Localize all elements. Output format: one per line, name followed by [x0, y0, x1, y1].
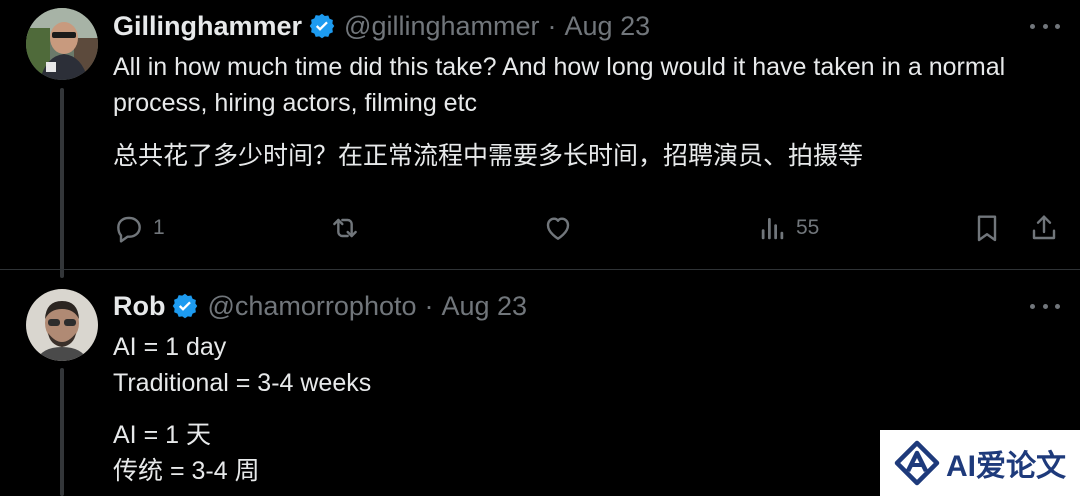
- tweet-header: Gillinghammer @gillinghammer · Aug 23: [113, 10, 650, 42]
- thread-line-top: [60, 88, 64, 278]
- verified-badge-icon: [173, 293, 198, 319]
- avatar-gillinghammer[interactable]: [26, 8, 98, 80]
- display-name[interactable]: Rob: [113, 290, 165, 322]
- reply-button[interactable]: 1: [113, 212, 165, 244]
- like-button[interactable]: [542, 212, 582, 244]
- like-icon: [546, 217, 570, 240]
- more-icon[interactable]: [1030, 14, 1060, 38]
- tweet-header: Rob @chamorrophoto · Aug 23: [113, 290, 527, 322]
- dot-separator: ·: [424, 291, 434, 321]
- views-button[interactable]: 55: [758, 212, 819, 244]
- timestamp[interactable]: Aug 23: [442, 290, 528, 322]
- timestamp[interactable]: Aug 23: [565, 10, 651, 42]
- tweet-text-zh: AI = 1 天 传统 = 3-4 周: [113, 421, 260, 485]
- tweet-text-en: AI = 1 day Traditional = 3-4 weeks: [113, 333, 372, 397]
- tweet-text-zh: 总共花了多少时间？在正常流程中需要多长时间，招聘演员、拍摄等: [113, 142, 864, 170]
- reply-count: 1: [153, 216, 165, 239]
- watermark-text: AI爱论文: [946, 450, 1066, 483]
- views-icon: [761, 218, 784, 240]
- thread-line-bottom: [60, 368, 64, 496]
- bookmark-button[interactable]: [971, 212, 1003, 244]
- verified-badge-icon: [309, 13, 335, 39]
- share-icon: [1032, 215, 1056, 240]
- bookmark-icon: [977, 215, 997, 242]
- share-button[interactable]: [1028, 212, 1060, 244]
- retweet-button[interactable]: [328, 212, 370, 244]
- handle[interactable]: @chamorrophoto: [207, 290, 416, 322]
- view-count: 55: [796, 216, 820, 239]
- tweet-divider: [0, 269, 1080, 270]
- tweet-text-en: All in how much time did this take? And …: [113, 53, 1006, 117]
- display-name[interactable]: Gillinghammer: [113, 10, 302, 42]
- dot-separator: ·: [547, 11, 557, 41]
- more-icon[interactable]: [1030, 294, 1060, 318]
- watermark-logo-icon: [894, 440, 940, 486]
- watermark-logo: AI爱论文: [880, 430, 1080, 496]
- reply-icon: [117, 216, 141, 243]
- retweet-icon: [333, 218, 357, 238]
- handle[interactable]: @gillinghammer: [344, 10, 539, 42]
- avatar-rob[interactable]: [26, 289, 98, 361]
